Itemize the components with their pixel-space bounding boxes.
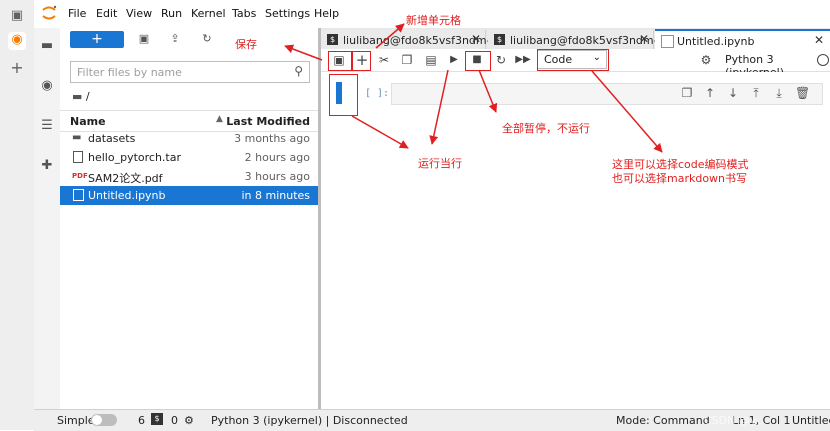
breadcrumb[interactable]: ▬ / — [72, 90, 90, 103]
puzzle-icon[interactable]: ✚ — [39, 158, 55, 174]
folder-icon: ▬ — [72, 90, 83, 103]
menu-settings[interactable]: Settings — [265, 7, 310, 20]
paste-icon[interactable]: ▤ — [423, 52, 439, 68]
status-bar: Simple 6 $ 0 ⚙ Python 3 (ipykernel) | Di… — [34, 409, 830, 431]
jupyter-logo-icon — [42, 5, 57, 20]
kernel-count[interactable]: 0 — [171, 414, 178, 427]
folder-icon: ▬ — [72, 132, 82, 143]
mode-indicator: Mode: Command — [616, 414, 710, 427]
menu-kernel[interactable]: Kernel — [191, 7, 226, 20]
menu-edit[interactable]: Edit — [96, 7, 117, 20]
watermark: CSDN @y... — [704, 414, 766, 427]
terminal-icon: $ — [327, 34, 338, 45]
delete-cell-icon[interactable]: 🗑 — [795, 86, 810, 100]
stop-highlight — [465, 51, 491, 71]
menu-tabs[interactable]: Tabs — [232, 7, 256, 20]
tab-terminal-1[interactable]: $ liulibang@fdo8k5vsf3ndm-0 ✕ — [321, 30, 498, 49]
file-modified: 3 hours ago — [244, 170, 310, 183]
run-all-icon[interactable]: ▶▶ — [515, 52, 531, 68]
add-cell-highlight — [352, 51, 371, 71]
annotation-celltype: 这里可以选择code编码模式 也可以选择markdown书写 — [612, 158, 749, 185]
file-name: datasets — [88, 132, 136, 145]
tab-label: Untitled.ipynb — [677, 35, 755, 48]
plus-icon[interactable]: + — [9, 60, 25, 76]
move-down-icon[interactable]: ↓ — [726, 86, 740, 100]
close-icon[interactable]: ✕ — [471, 32, 481, 46]
insert-below-icon[interactable]: ⤓ — [772, 86, 786, 100]
annotation-new-cell: 新增单元格 — [406, 14, 461, 27]
search-icon: ⚲ — [294, 64, 303, 78]
breadcrumb-root[interactable]: / — [86, 90, 90, 103]
filter-input[interactable]: Filter files by name ⚲ — [70, 61, 310, 83]
cell-highlight — [329, 74, 358, 116]
simple-mode-label: Simple — [57, 414, 95, 427]
pdf-icon: PDF — [72, 172, 88, 180]
celltype-highlight — [537, 49, 609, 71]
terminal-icon: $ — [494, 34, 505, 45]
file-modified: in 8 minutes — [241, 189, 310, 202]
file-row[interactable]: hello_pytorch.tar 2 hours ago — [60, 148, 318, 167]
refresh-icon[interactable]: ↻ — [200, 32, 214, 46]
file-name: SAM2论文.pdf — [88, 172, 163, 185]
simple-mode-toggle[interactable] — [91, 414, 117, 426]
annotation-save: 保存 — [235, 38, 257, 51]
notebook-icon — [661, 35, 674, 48]
menu-view[interactable]: View — [126, 7, 152, 20]
file-browser: + ▣ ⇪ ↻ Filter files by name ⚲ ▬ / Name … — [60, 28, 321, 409]
file-name: Untitled.ipynb — [88, 189, 166, 202]
insert-above-icon[interactable]: ⤒ — [749, 86, 763, 100]
file-icon — [73, 151, 83, 163]
run-icon[interactable]: ▶ — [446, 52, 462, 68]
kernel-status-icon — [817, 54, 829, 66]
gear-icon[interactable]: ⚙ — [700, 52, 712, 68]
new-folder-icon[interactable]: ▣ — [137, 32, 151, 46]
kernel-chip-icon: ⚙ — [184, 414, 194, 427]
circle-stop-icon[interactable]: ◉ — [39, 78, 55, 94]
file-modified: 2 hours ago — [244, 151, 310, 164]
cell-prompt: [ ]: — [365, 88, 390, 99]
file-name: hello_pytorch.tar — [88, 151, 181, 164]
move-up-icon[interactable]: ↑ — [703, 86, 717, 100]
left-strip: ▣ ◉ + — [0, 0, 35, 430]
copy-icon[interactable]: ❐ — [399, 52, 415, 68]
annotation-stop: 全部暂停，不运行 — [502, 122, 590, 135]
file-row[interactable]: ▬ datasets 3 months ago — [60, 129, 318, 148]
terminal-icon: $ — [151, 413, 163, 425]
restart-icon[interactable]: ↻ — [493, 52, 509, 68]
tab-bar: $ liulibang@fdo8k5vsf3ndm-0 ✕ $ liuliban… — [321, 28, 830, 52]
column-name[interactable]: Name — [70, 115, 106, 128]
column-modified[interactable]: Last Modified — [226, 115, 310, 128]
save-highlight — [328, 51, 352, 71]
status-file: Untitled. — [792, 414, 830, 427]
list-icon[interactable]: ☰ — [39, 118, 55, 134]
notebook-icon — [73, 189, 84, 201]
annotation-run: 运行当行 — [418, 157, 462, 170]
terminal-count[interactable]: 6 — [138, 414, 145, 427]
menu-help[interactable]: Help — [314, 7, 339, 20]
file-modified: 3 months ago — [234, 132, 310, 145]
cut-icon[interactable]: ✂ — [376, 52, 392, 68]
activity-rail: ▬ ◉ ☰ ✚ — [34, 28, 61, 430]
file-row-selected[interactable]: Untitled.ipynb in 8 minutes — [60, 186, 318, 205]
upload-icon[interactable]: ⇪ — [168, 32, 182, 46]
new-launcher-button[interactable]: + — [70, 31, 124, 48]
sort-caret-icon[interactable]: ▲ — [216, 114, 223, 124]
panel-icon[interactable]: ▣ — [9, 8, 25, 24]
file-row[interactable]: PDF SAM2论文.pdf 3 hours ago — [60, 167, 318, 186]
close-icon[interactable]: ✕ — [814, 33, 824, 47]
kernel-status[interactable]: Python 3 (ipykernel) | Disconnected — [211, 414, 408, 427]
filter-placeholder: Filter files by name — [77, 66, 182, 79]
close-icon[interactable]: ✕ — [639, 32, 649, 46]
folder-icon[interactable]: ▬ — [39, 38, 55, 54]
duplicate-cell-icon[interactable]: ❐ — [680, 86, 694, 100]
tab-terminal-2[interactable]: $ liulibang@fdo8k5vsf3ndm-0 ✕ — [488, 30, 665, 49]
jupyter-launcher-icon[interactable]: ◉ — [8, 32, 26, 50]
menu-run[interactable]: Run — [161, 7, 182, 20]
menu-file[interactable]: File — [68, 7, 86, 20]
